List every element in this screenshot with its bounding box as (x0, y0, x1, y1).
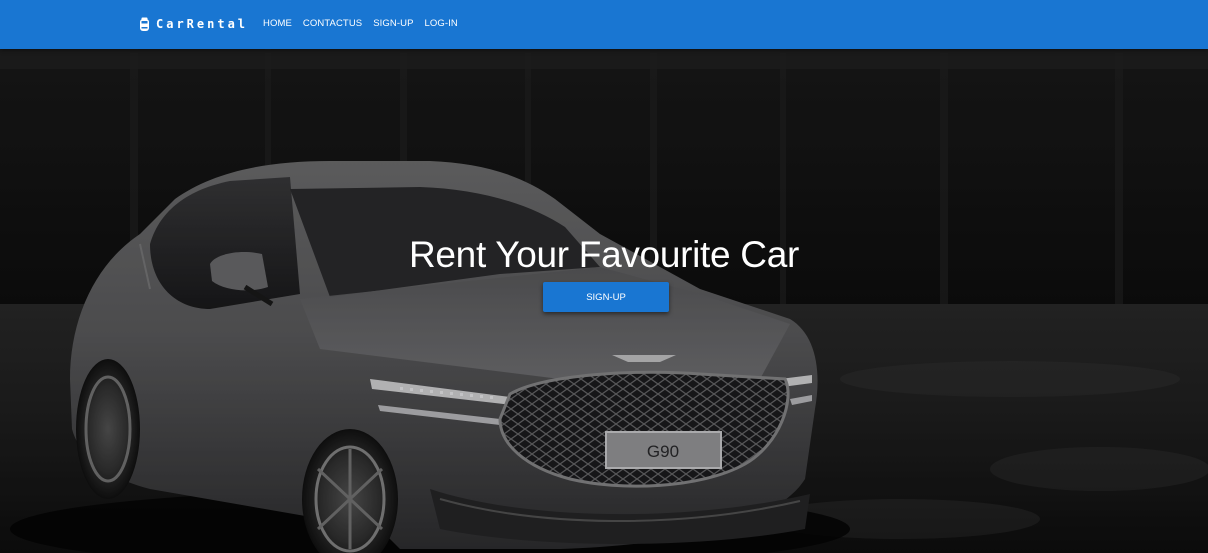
nav-signup-link[interactable]: SIGN-UP (373, 18, 413, 29)
hero-title: Rent Your Favourite Car (408, 234, 800, 275)
nav-links: HOME CONTACTUS SIGN-UP LOG-IN (263, 18, 458, 29)
nav-contactus-link[interactable]: CONTACTUS (303, 18, 362, 29)
top-navbar: CarRental HOME CONTACTUS SIGN-UP LOG-IN (0, 0, 1208, 49)
nav-login-link[interactable]: LOG-IN (425, 18, 458, 29)
hero-signup-button[interactable]: SIGN-UP (543, 282, 669, 312)
nav-home-link[interactable]: HOME (263, 18, 292, 29)
brand-logo[interactable]: CarRental (139, 15, 248, 33)
hero-section: G90 Rent Your Favourite Car SIGN-UP (0, 49, 1208, 553)
car-icon (139, 17, 150, 32)
brand-name: CarRental (156, 17, 249, 31)
